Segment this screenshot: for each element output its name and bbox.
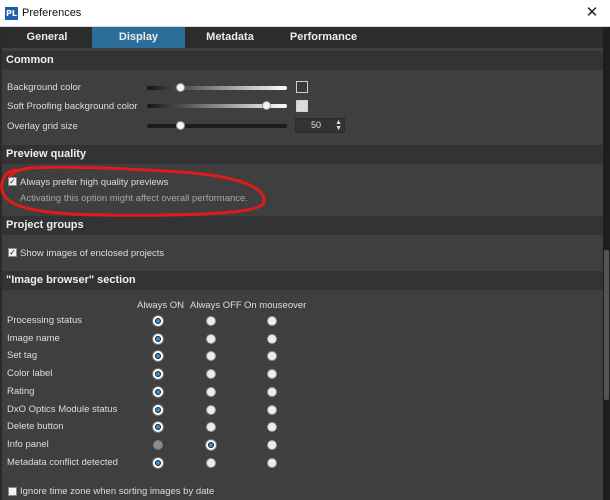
overlay-grid-value: 50 <box>311 120 322 130</box>
radio-on-mouseover[interactable] <box>267 351 277 361</box>
close-icon[interactable]: ✕ <box>582 3 602 23</box>
spinner-arrows-icon[interactable]: ▲ ▼ <box>335 119 342 132</box>
ignore-time-zone-checkbox[interactable] <box>8 487 17 496</box>
radio-on-mouseover[interactable] <box>267 458 277 468</box>
radio-always-off[interactable] <box>206 458 216 468</box>
tab-general[interactable]: General <box>2 27 92 48</box>
radio-on-mouseover[interactable] <box>267 422 277 432</box>
scrollbar-thumb[interactable] <box>604 250 609 400</box>
overlay-grid-slider[interactable] <box>147 124 287 128</box>
radio-always-on[interactable] <box>153 405 163 415</box>
radio-always-on[interactable] <box>153 316 163 326</box>
radio-always-on[interactable] <box>153 440 163 450</box>
radio-always-off[interactable] <box>206 351 216 361</box>
radio-always-off[interactable] <box>206 334 216 344</box>
radio-on-mouseover[interactable] <box>267 387 277 397</box>
radio-always-on[interactable] <box>153 387 163 397</box>
tab-performance[interactable]: Performance <box>275 27 372 48</box>
radio-always-off[interactable] <box>206 316 216 326</box>
tab-display[interactable]: Display <box>92 27 185 48</box>
performance-hint: Activating this option might affect over… <box>20 193 248 204</box>
section-header-project-groups: Project groups <box>2 216 603 235</box>
column-always-on: Always ON <box>137 300 184 311</box>
radio-always-on[interactable] <box>153 351 163 361</box>
image-browser-row-label: DxO Optics Module status <box>7 404 118 415</box>
show-enclosed-projects-label: Show images of enclosed projects <box>20 248 165 259</box>
image-browser-row-label: Delete button <box>7 421 64 432</box>
ignore-time-zone-label: Ignore time zone when sorting images by … <box>20 486 215 497</box>
radio-always-off[interactable] <box>206 405 216 415</box>
section-header-image-browser: "Image browser" section <box>2 271 603 290</box>
image-browser-row-label: Rating <box>7 386 35 397</box>
overlay-grid-slider-thumb[interactable] <box>176 121 185 130</box>
section-header-common: Common <box>2 51 603 70</box>
radio-always-off[interactable] <box>206 387 216 397</box>
show-enclosed-projects-checkbox[interactable]: ✓ <box>8 248 17 257</box>
title-bar: PL Preferences ✕ <box>0 0 610 27</box>
radio-always-on[interactable] <box>153 369 163 379</box>
radio-always-on[interactable] <box>153 334 163 344</box>
soft-proofing-swatch[interactable] <box>296 100 308 112</box>
image-browser-row-label: Image name <box>7 333 60 344</box>
image-browser-row-label: Color label <box>7 368 53 379</box>
radio-on-mouseover[interactable] <box>267 316 277 326</box>
radio-always-off[interactable] <box>206 369 216 379</box>
app-logo-icon: PL <box>5 7 18 20</box>
radio-always-off[interactable] <box>206 422 216 432</box>
background-color-label: Background color <box>7 82 81 93</box>
image-browser-row-label: Set tag <box>7 350 38 361</box>
soft-proofing-label: Soft Proofing background color <box>7 101 138 112</box>
background-color-slider[interactable] <box>147 86 287 90</box>
image-browser-row-label: Info panel <box>7 439 49 450</box>
radio-always-on[interactable] <box>153 458 163 468</box>
radio-on-mouseover[interactable] <box>267 440 277 450</box>
window-title: Preferences <box>22 7 82 19</box>
radio-always-off[interactable] <box>206 440 216 450</box>
background-color-swatch[interactable] <box>296 81 308 93</box>
overlay-grid-value-field[interactable]: 50 ▲ ▼ <box>295 118 345 133</box>
soft-proofing-slider-thumb[interactable] <box>262 101 271 110</box>
column-always-off: Always OFF <box>190 300 242 311</box>
background-color-slider-thumb[interactable] <box>176 83 185 92</box>
column-on-mouseover: On mouseover <box>244 300 307 311</box>
scrollbar[interactable] <box>603 0 610 500</box>
image-browser-row-label: Processing status <box>7 315 82 326</box>
section-header-preview-quality: Preview quality <box>2 145 603 164</box>
overlay-grid-label: Overlay grid size <box>7 121 78 132</box>
high-quality-previews-checkbox[interactable]: ✓ <box>8 177 17 186</box>
image-browser-row-label: Metadata conflict detected <box>7 457 118 468</box>
tab-bar: General Display Metadata Performance <box>2 27 603 48</box>
tab-metadata[interactable]: Metadata <box>185 27 275 48</box>
high-quality-previews-label: Always prefer high quality previews <box>20 177 169 188</box>
radio-on-mouseover[interactable] <box>267 334 277 344</box>
radio-on-mouseover[interactable] <box>267 405 277 415</box>
radio-always-on[interactable] <box>153 422 163 432</box>
radio-on-mouseover[interactable] <box>267 369 277 379</box>
